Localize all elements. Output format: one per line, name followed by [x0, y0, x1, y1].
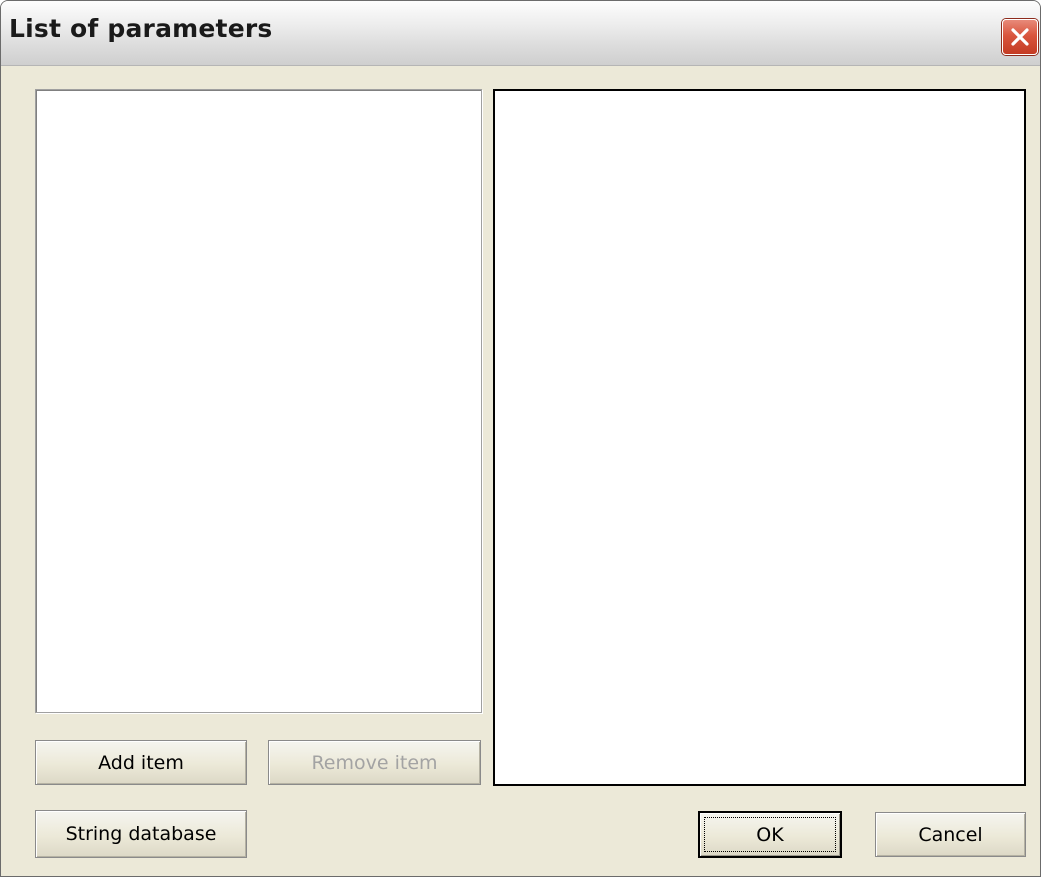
- window-title: List of parameters: [9, 14, 273, 43]
- dialog-window: List of parameters Add item Remove item …: [0, 0, 1041, 877]
- parameters-list[interactable]: [35, 89, 482, 713]
- string-database-button[interactable]: String database: [35, 810, 247, 858]
- dialog-client-area: Add item Remove item String database OK …: [10, 71, 1040, 876]
- add-item-label: Add item: [98, 751, 184, 774]
- remove-item-button[interactable]: Remove item: [268, 740, 481, 785]
- close-x-icon: [1011, 28, 1029, 46]
- ok-label: OK: [756, 823, 784, 846]
- ok-button[interactable]: OK: [699, 812, 841, 857]
- add-item-button[interactable]: Add item: [35, 740, 247, 785]
- parameter-details-panel[interactable]: [493, 89, 1026, 786]
- cancel-label: Cancel: [918, 823, 983, 846]
- title-bar[interactable]: List of parameters: [1, 1, 1040, 66]
- string-database-label: String database: [65, 823, 217, 845]
- remove-item-label: Remove item: [311, 751, 438, 774]
- close-button[interactable]: [1002, 19, 1038, 55]
- cancel-button[interactable]: Cancel: [875, 812, 1026, 857]
